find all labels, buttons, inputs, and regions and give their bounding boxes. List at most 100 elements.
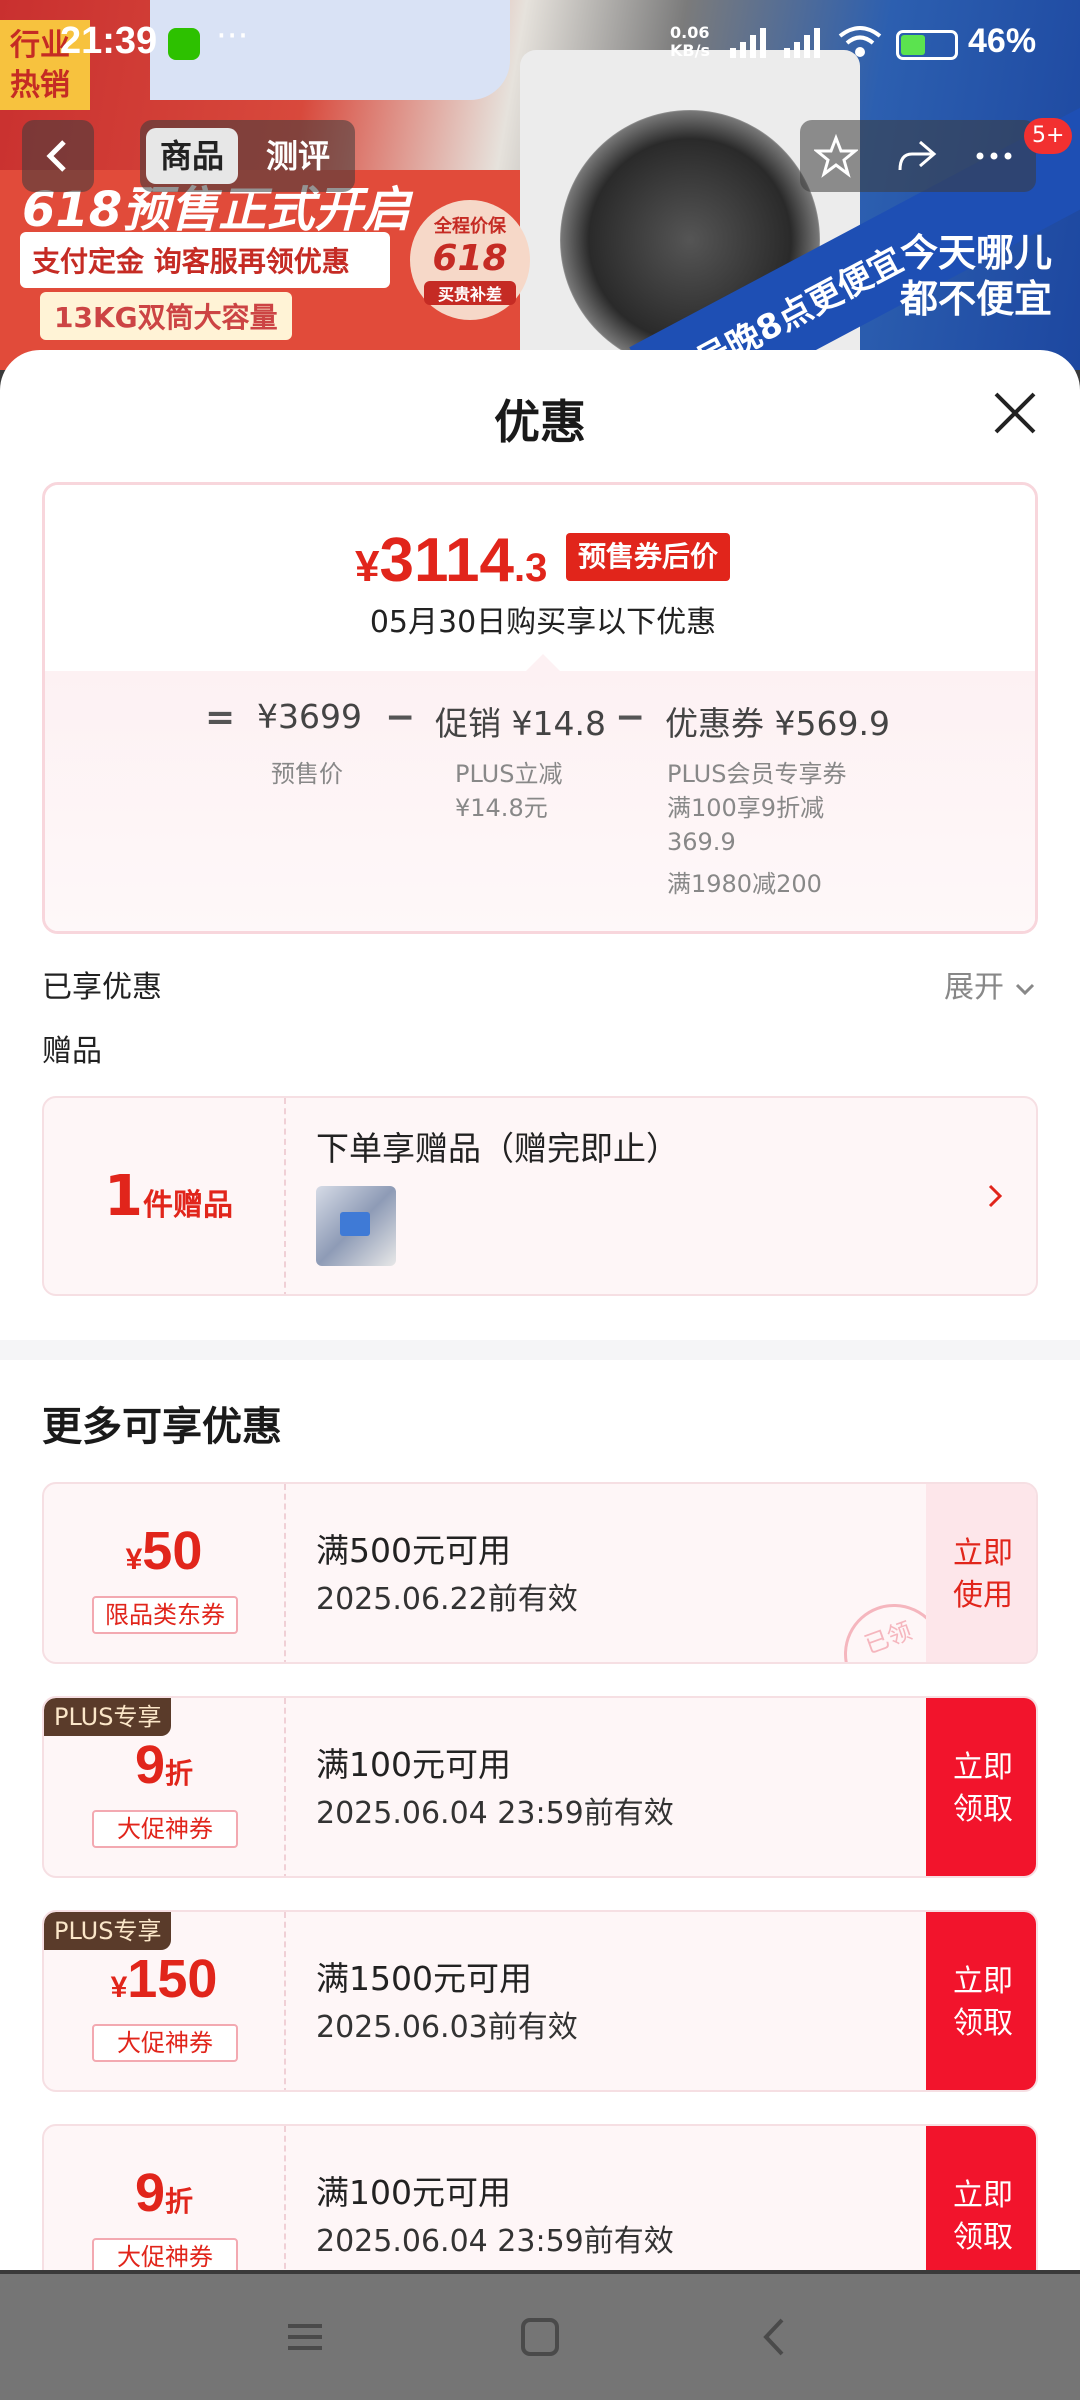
gift-divider [284,1098,286,1294]
back-icon[interactable] [750,2312,800,2362]
coupon-value: ¥50 [44,1520,284,1582]
coupon-condition: 满100元可用 [316,1745,511,1784]
use-now-button[interactable]: 立即使用 [926,1484,1036,1662]
battery-percent: 46% [968,22,1037,60]
price-decimal: .3 [514,546,548,590]
coupon-value: 9折 [44,2162,284,2224]
promo-side-text: 今天哪儿 都不便宜 [900,231,1053,321]
section-gap [0,1340,1080,1360]
plus-exclusive-tag: PLUS专享 [44,1912,172,1950]
message-badge: 5+ [1024,118,1073,154]
more-discounts-title: 更多可享优惠 [42,1404,282,1450]
back-button[interactable] [22,120,94,192]
coupon-amount: 150 [127,1949,218,2009]
coupon-condition: 满1500元可用 [316,1959,532,1998]
expand-button[interactable]: 展开 [944,962,1036,1006]
coupon-expiry: 2025.06.22前有效 [316,1582,578,1617]
coupon-note-1: PLUS会员专享券 [667,760,847,788]
coupon-type: 大促神券 [92,1810,238,1848]
promo-discount: 促销 ¥14.8 [435,704,606,743]
coupon-note-4: 满1980减200 [667,870,822,898]
coupon-divider [284,1912,286,2090]
coupon-symbol: ¥ [110,1971,128,2004]
home-icon[interactable] [515,2312,565,2362]
price-integer: 3114 [379,526,514,595]
coupon-expiry: 2025.06.04 23:59前有效 [316,2224,674,2259]
signal-icon [730,28,766,58]
coupon-condition: 满100元可用 [316,2173,511,2212]
coupon-type: 限品类东券 [92,1596,238,1634]
coupon-type: 大促神券 [92,2024,238,2062]
final-price: ¥3114.3 [355,525,547,596]
claim-now-button[interactable]: 立即领取 [926,1912,1036,2090]
menu-icon[interactable] [280,2312,330,2362]
claim-now-button[interactable]: 立即领取 [926,2126,1036,2270]
promo-note-2: ¥14.8元 [455,794,548,822]
status-bar: 21:39 ··· 0.06 KB/s 46% [0,0,1080,90]
coupon-condition: 满500元可用 [316,1531,511,1570]
share-icon[interactable] [894,134,938,178]
badge-line3: 买贵补差 [424,281,516,305]
discount-sheet: 优惠 ¥3114.3 预售券后价 05月30日购买享以下优惠 = ¥3699 预… [0,350,1080,2270]
claim-now-button[interactable]: 立即领取 [926,1698,1036,1876]
more-icon[interactable] [972,134,1016,178]
promo-line: 支付定金 询客服再领优惠 [20,232,390,288]
coupon-card: ¥50 限品类东券 满500元可用 2025.06.22前有效 已领 立即使用 [42,1482,1038,1664]
gift-count: 1件赠品 [104,1164,233,1229]
promo-capacity: 13KG双筒大容量 [40,292,292,340]
presale-price-tag: 预售券后价 [566,533,731,581]
gift-title: 下单享赠品（赠完即止） [316,1129,679,1168]
coupon-divider [284,2126,286,2270]
coupon-value: 9折 [44,1734,284,1796]
coupon-expiry: 2025.06.03前有效 [316,2010,578,2045]
minus-sign-1: − [385,697,416,738]
promo-note-1: PLUS立减 [455,760,563,788]
chevron-left-icon [46,140,66,172]
gift-thumbnail[interactable] [316,1186,396,1266]
tab-reviews[interactable]: 测评 [252,128,344,184]
gift-count-number: 1 [104,1164,143,1229]
price-subtitle: 05月30日购买享以下优惠 [369,605,717,640]
coupon-card: ¥150 大促神券 PLUS专享 满1500元可用 2025.06.03前有效 … [42,1910,1038,2092]
coupon-value: ¥150 [44,1948,284,2010]
system-nav-bar [0,2274,1080,2400]
coupon-divider [284,1698,286,1876]
equals-sign: = [205,697,236,738]
coupon-divider [284,1484,286,1662]
coupon-amount: 9 [134,1735,166,1795]
more-notifications-icon: ··· [216,16,249,56]
presale-price-label: 预售价 [271,760,343,788]
net-speed-value: 0.06 [670,23,710,42]
star-icon[interactable] [814,134,858,178]
signal-icon-2 [784,28,820,58]
gift-card[interactable]: 1件赠品 下单享赠品（赠完即止） [42,1096,1038,1296]
coupon-amount: 50 [142,1521,203,1581]
coupon-amount: 9 [134,2163,166,2223]
presale-price: ¥3699 [257,697,362,736]
coupon-note-2: 满100享9折减 [667,794,825,822]
plus-exclusive-tag: PLUS专享 [44,1698,172,1736]
minus-sign-2: − [615,697,646,738]
chevron-right-icon [988,1184,1003,1208]
coupon-card: 9折 大促神券 PLUS专享 满100元可用 2025.06.04 23:59前… [42,1696,1038,1878]
wechat-icon [168,28,200,60]
net-speed-unit: KB/s [670,41,710,60]
coupon-symbol: ¥ [125,1543,143,1576]
coupon-card: 9折 大促神券 满100元可用 2025.06.04 23:59前有效 立即领取 [42,2124,1038,2270]
battery-icon [896,30,958,60]
sheet-title: 优惠 [494,395,586,449]
close-icon[interactable] [990,388,1040,438]
gift-count-unit: 件赠品 [142,1188,233,1223]
product-tabs: 商品 测评 [140,120,355,192]
badge-line1: 全程价保 [434,216,506,237]
status-time: 21:39 [60,20,158,62]
coupon-discount: 优惠券 ¥569.9 [665,704,890,743]
price-symbol: ¥ [355,542,380,591]
tab-product[interactable]: 商品 [146,128,239,184]
coupon-unit: 折 [165,1757,194,1790]
gift-label: 赠品 [42,1034,102,1069]
expand-label: 展开 [944,970,1004,1005]
coupon-note-3: 369.9 [667,828,736,856]
coupon-type: 大促神券 [92,2238,238,2270]
network-speed: 0.06 KB/s [670,24,710,60]
